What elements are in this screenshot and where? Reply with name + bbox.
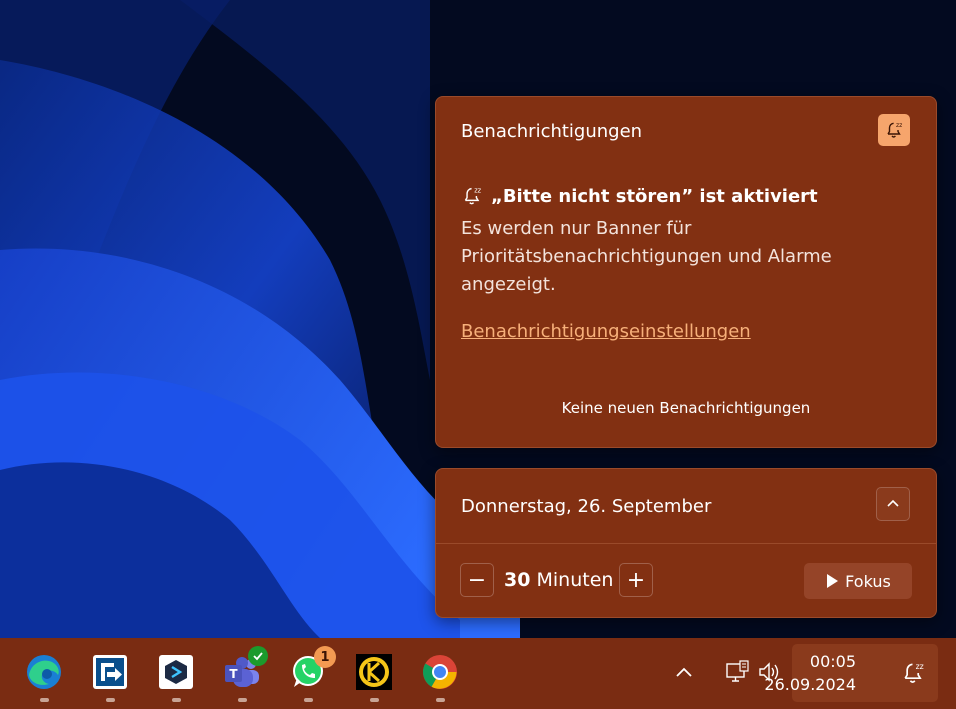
running-indicator (106, 698, 115, 702)
keeper-icon (356, 654, 392, 690)
available-status-badge (248, 646, 268, 666)
focus-duration-value: 30 (504, 569, 531, 591)
divider (436, 543, 936, 544)
decrease-duration-button[interactable]: − (460, 563, 494, 597)
running-indicator (40, 698, 49, 702)
dnd-description: Es werden nur Banner für Prioritätsbenac… (461, 218, 832, 295)
empty-notifications-message: Keine neuen Benachrichtigungen (561, 399, 811, 417)
running-indicator (436, 698, 445, 702)
notification-center-panel: Benachrichtigungen zz zz „Bitte nicht st… (435, 96, 937, 448)
focus-duration: 30 Minuten (504, 569, 613, 591)
taskbar-app-chrome[interactable] (420, 652, 460, 702)
bell-snooze-icon: zz (464, 187, 482, 205)
checkmark-icon (253, 652, 263, 661)
chevron-up-icon (676, 667, 692, 677)
unread-count-badge: 1 (314, 646, 336, 668)
taskbar-app-whatsapp[interactable]: 1 (288, 646, 336, 702)
remote-app-icon (159, 655, 193, 689)
network-icon (726, 660, 749, 682)
increase-duration-button[interactable]: + (619, 563, 653, 597)
edge-icon (27, 655, 61, 689)
clock-date: 26.09.2024 (764, 675, 856, 694)
taskbar-app-edge[interactable] (24, 652, 64, 702)
svg-text:zz: zz (474, 187, 481, 195)
taskbar-app-teams[interactable]: T (222, 646, 268, 702)
taskbar-app-file-transfer[interactable] (90, 652, 130, 702)
notification-settings-link[interactable]: Benachrichtigungseinstellungen (461, 321, 751, 342)
start-focus-label: Fokus (845, 571, 891, 591)
do-not-disturb-toggle[interactable]: zz (878, 114, 910, 146)
clock-notification-button[interactable]: 00:05 26.09.2024 zz (764, 644, 938, 702)
svg-text:T: T (229, 667, 238, 681)
clock-time: 00:05 (809, 652, 856, 671)
chevron-up-icon (887, 499, 899, 507)
file-transfer-icon (93, 655, 127, 689)
running-indicator (304, 698, 313, 702)
bell-snooze-icon: zz (904, 662, 924, 683)
running-indicator (370, 698, 379, 702)
running-indicator (238, 698, 247, 702)
taskbar: T 1 00:05 26.09.2024 zz (0, 638, 956, 709)
svg-text:zz: zz (896, 122, 902, 129)
svg-text:zz: zz (916, 662, 924, 671)
show-hidden-icons-button[interactable] (672, 660, 696, 684)
taskbar-app-remote[interactable] (156, 652, 196, 702)
chrome-icon (423, 655, 457, 689)
focus-duration-unit: Minuten (536, 569, 614, 591)
calendar-expand-button[interactable] (876, 487, 910, 521)
dnd-status: zz „Bitte nicht stören” ist aktiviert (461, 185, 818, 207)
dnd-heading: „Bitte nicht stören” ist aktiviert (491, 185, 818, 207)
calendar-panel: Donnerstag, 26. September − 30 Minuten +… (435, 468, 937, 618)
bell-snooze-icon: zz (887, 122, 902, 138)
running-indicator (172, 698, 181, 702)
taskbar-app-keeper[interactable] (354, 652, 394, 702)
calendar-date: Donnerstag, 26. September (461, 496, 712, 517)
start-focus-button[interactable]: Fokus (804, 563, 912, 599)
play-icon (827, 574, 839, 588)
notifications-title: Benachrichtigungen (461, 121, 643, 142)
